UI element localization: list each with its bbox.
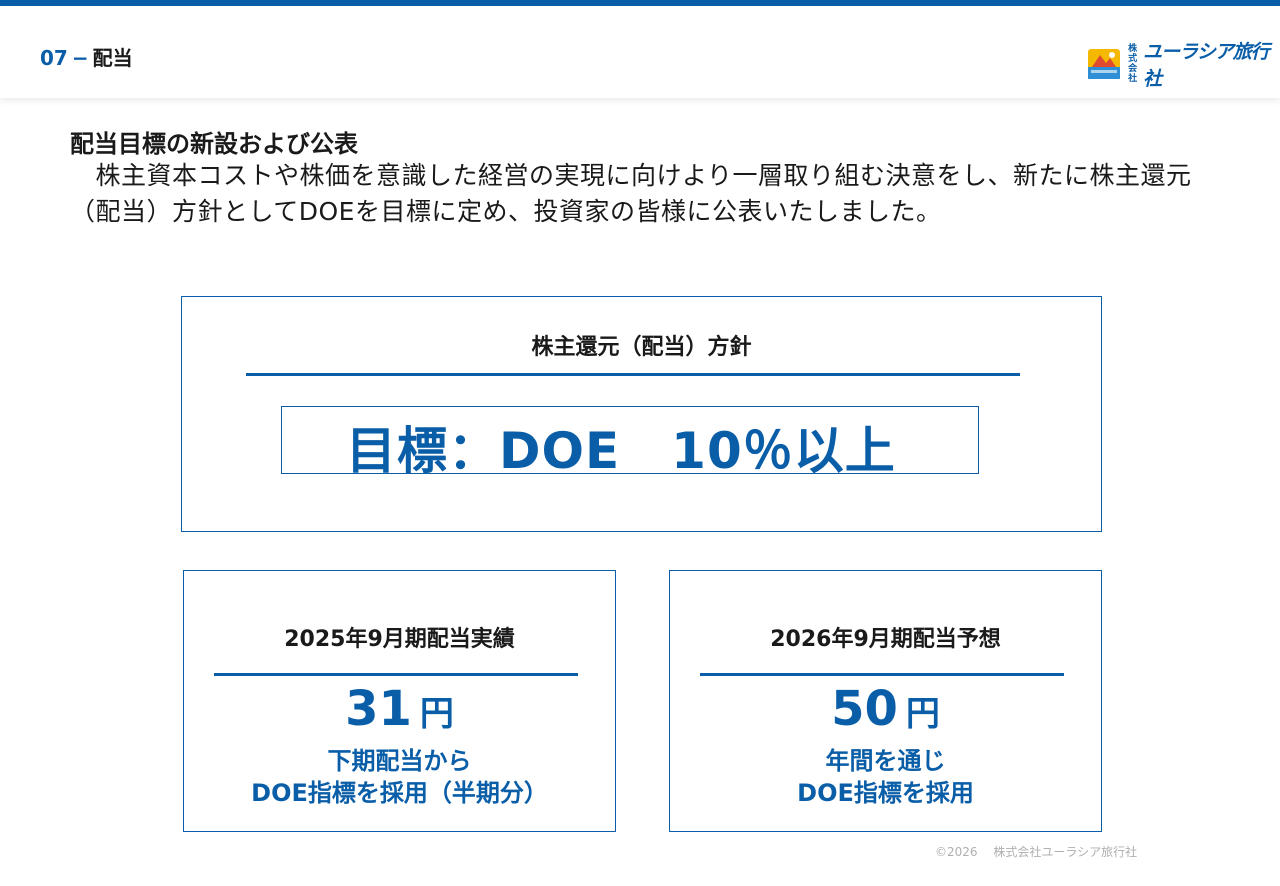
card-unit: 円 — [905, 694, 940, 734]
card-note-line: 年間を通じ — [825, 747, 946, 775]
card-title: 2025年9月期配当実績 — [284, 627, 515, 652]
target-box: 目標：DOE 10％以上 — [281, 406, 979, 480]
section-title: 配当 — [92, 46, 133, 70]
card-note-line: DOE指標を採用 — [797, 779, 974, 807]
card-unit: 円 — [419, 694, 454, 734]
card-amount: 50 円 — [670, 681, 1101, 737]
card-title: 2026年9月期配当予想 — [770, 627, 1001, 652]
company-logo: 株式会社 ユーラシア旅行社 — [1088, 41, 1280, 90]
card-note-line: 下期配当から — [327, 747, 472, 775]
card-note: 下期配当から DOE指標を採用（半期分） — [184, 745, 615, 809]
card-amount: 31 円 — [184, 681, 615, 737]
logo-small-text: 株式会社 — [1128, 44, 1138, 84]
dividend-card-2025: 2025年9月期配当実績 31 円 下期配当から DOE指標を採用（半期分） — [183, 570, 616, 832]
footer-copyright: ©2026 株式会社ユーラシア旅行社 — [935, 845, 1138, 859]
policy-divider — [246, 373, 1020, 376]
card-divider — [214, 673, 578, 676]
section-dash: − — [71, 46, 89, 70]
section-number: 07 — [40, 46, 68, 70]
card-divider — [700, 673, 1064, 676]
card-note: 年間を通じ DOE指標を採用 — [670, 745, 1101, 809]
body-paragraph: 株主資本コストや株価を意識した経営の実現に向けより一層取り組む決意をし、新たに株… — [70, 161, 1192, 226]
logo-emblem-icon — [1088, 49, 1120, 79]
page-heading: 配当目標の新設および公表 — [70, 130, 358, 158]
card-value: 50 — [831, 681, 898, 737]
page-header: 07− 配当 株式会社 ユーラシア旅行社 — [0, 6, 1280, 98]
target-text: 目標：DOE 10％以上 — [346, 422, 896, 480]
dividend-card-2026: 2026年9月期配当予想 50 円 年間を通じ DOE指標を採用 — [669, 570, 1102, 832]
policy-title: 株主還元（配当）方針 — [531, 335, 752, 360]
section-label: 07− 配当 — [40, 42, 133, 71]
policy-box: 株主還元（配当）方針 目標：DOE 10％以上 — [181, 296, 1102, 532]
card-note-line: DOE指標を採用（半期分） — [251, 779, 548, 807]
card-value: 31 — [345, 681, 412, 737]
logo-text: ユーラシア旅行社 — [1143, 41, 1270, 90]
